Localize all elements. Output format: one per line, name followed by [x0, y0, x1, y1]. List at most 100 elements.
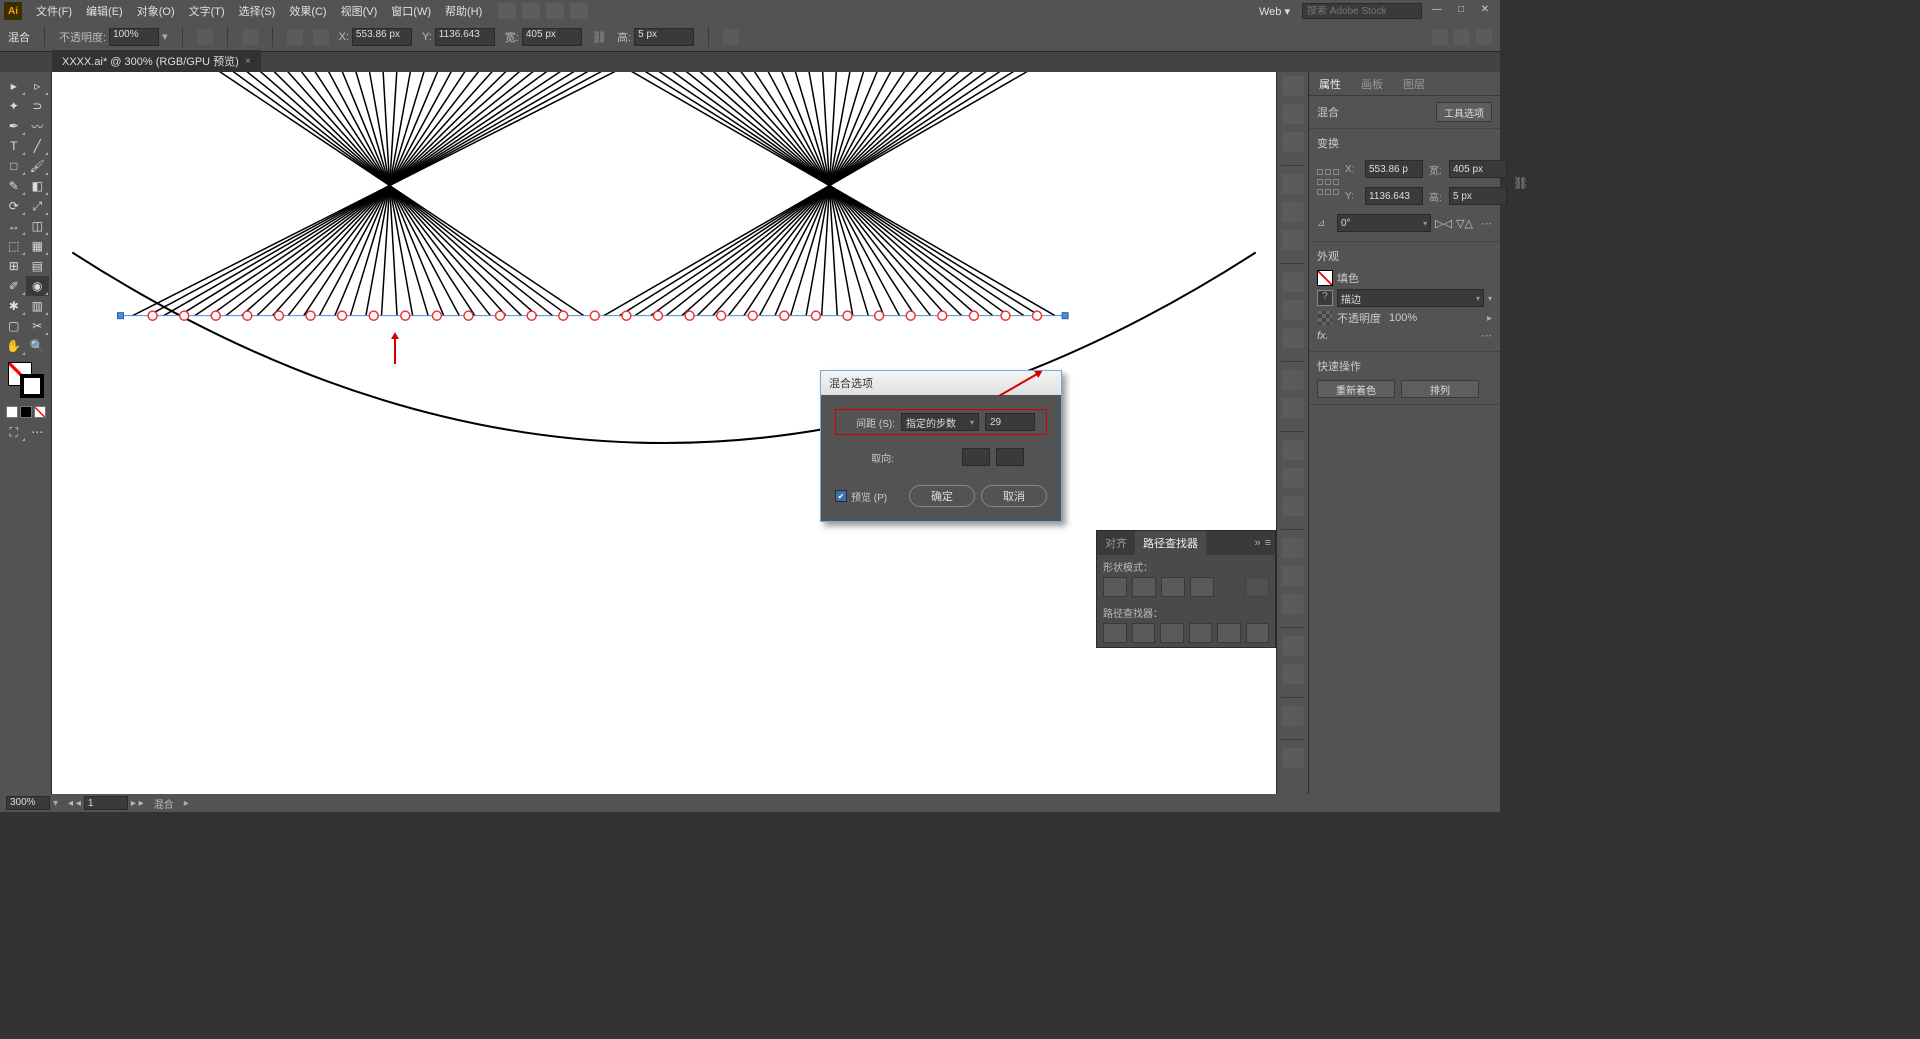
menu-help[interactable]: 帮助(H) [439, 0, 488, 22]
gradient-tool[interactable]: ▤ [26, 256, 50, 276]
panel-toggle-3-icon[interactable] [1476, 29, 1492, 45]
swatches-icon[interactable] [1282, 174, 1304, 194]
shaper-tool[interactable]: ✎ [2, 176, 26, 196]
panel-collapse-icon[interactable]: » [1254, 537, 1260, 549]
align-icon[interactable] [287, 29, 303, 45]
reference-point-grid[interactable] [1317, 169, 1339, 197]
unite-button[interactable] [1103, 577, 1127, 597]
panel-menu-icon[interactable]: ≡ [1265, 537, 1271, 549]
pen-tool[interactable]: ✒ [2, 116, 26, 136]
outline-button[interactable] [1217, 623, 1241, 643]
eyedropper-tool[interactable]: ✐ [2, 276, 26, 296]
lasso-tool[interactable]: ⊃ [26, 96, 50, 116]
w-input[interactable]: 405 px [522, 28, 582, 46]
eraser-tool[interactable]: ◧ [26, 176, 50, 196]
scale-tool[interactable]: ⤢ [26, 196, 50, 216]
graph-tool[interactable]: ▥ [26, 296, 50, 316]
properties-panel-icon[interactable] [1282, 104, 1304, 124]
stroke-swatch-btn[interactable]: ? [1317, 290, 1333, 306]
brushes-icon[interactable] [1282, 202, 1304, 222]
trim-button[interactable] [1132, 623, 1156, 643]
menu-edit[interactable]: 编辑(E) [80, 0, 129, 22]
transparency-icon[interactable] [1282, 328, 1304, 348]
gpu-icon[interactable] [570, 3, 588, 19]
merge-button[interactable] [1160, 623, 1184, 643]
selection-tool[interactable]: ▸ [2, 76, 26, 96]
screen-mode-tool[interactable]: ⛶ [2, 422, 26, 442]
prop-h-input[interactable] [1449, 187, 1507, 205]
document-tab[interactable]: XXXX.ai* @ 300% (RGB/GPU 预览) × [52, 50, 261, 72]
reference-point-icon[interactable] [313, 29, 329, 45]
appearance-icon[interactable] [1282, 370, 1304, 390]
zoom-tool[interactable]: 🔍 [26, 336, 50, 356]
isolate-icon[interactable] [723, 29, 739, 45]
panel-toggle-1-icon[interactable] [1432, 29, 1448, 45]
flip-h-icon[interactable]: ▷◁ [1435, 217, 1452, 230]
orient-path-button[interactable] [996, 448, 1024, 466]
artboard-index-input[interactable] [84, 796, 128, 810]
orient-page-button[interactable] [962, 448, 990, 466]
tab-layers[interactable]: 图层 [1393, 72, 1435, 96]
brush-tool[interactable]: 🖌 [26, 156, 50, 176]
artboard-nav[interactable]: ◂ ◂ ▸ ▸ [68, 796, 144, 810]
mesh-tool[interactable]: ⊞ [2, 256, 26, 276]
line-tool[interactable]: ╱ [26, 136, 50, 156]
blend-tool[interactable]: ◉ [26, 276, 50, 296]
width-tool[interactable]: ↔ [2, 216, 26, 236]
pathfinder-panel-icon[interactable] [1282, 664, 1304, 684]
artboard-tool[interactable]: ▢ [2, 316, 26, 336]
menu-file[interactable]: 文件(F) [30, 0, 78, 22]
free-transform-tool[interactable]: ◫ [26, 216, 50, 236]
preview-checkbox[interactable]: ✔预览 (P) [835, 489, 887, 504]
stroke-weight-input[interactable]: 描边 [1337, 289, 1484, 307]
gradient-panel-icon[interactable] [1282, 300, 1304, 320]
spacing-value-input[interactable] [985, 413, 1035, 431]
graphic-styles-icon[interactable] [1282, 398, 1304, 418]
transform-panel-icon[interactable] [1282, 706, 1304, 726]
suit-icon[interactable] [1282, 538, 1304, 558]
asset-export-icon[interactable] [1282, 468, 1304, 488]
recolor-icon[interactable] [242, 29, 258, 45]
color-mode-fill[interactable] [6, 406, 18, 418]
color-mode-gradient[interactable] [20, 406, 32, 418]
prop-y-input[interactable] [1365, 187, 1423, 205]
exclude-button[interactable] [1190, 577, 1214, 597]
menu-view[interactable]: 视图(V) [335, 0, 384, 22]
curvature-tool[interactable]: 〰 [26, 116, 50, 136]
shape-builder-tool[interactable]: ⬚ [2, 236, 26, 256]
canvas-area[interactable] [52, 72, 1276, 794]
tab-properties[interactable]: 属性 [1309, 72, 1351, 96]
window-close[interactable]: ✕ [1476, 4, 1494, 18]
magic-wand-tool[interactable]: ✦ [2, 96, 26, 116]
search-input[interactable] [1302, 3, 1422, 19]
symbols-icon[interactable] [1282, 230, 1304, 250]
stroke-swatch[interactable] [20, 374, 44, 398]
libraries-panel-icon[interactable] [1282, 132, 1304, 152]
menu-window[interactable]: 窗口(W) [385, 0, 437, 22]
hand-tool[interactable]: ✋ [2, 336, 26, 356]
minus-back-button[interactable] [1246, 623, 1270, 643]
direct-select-tool[interactable]: ▹ [26, 76, 50, 96]
menu-effect[interactable]: 效果(C) [283, 0, 332, 22]
prop-x-input[interactable] [1365, 160, 1423, 178]
link-dimensions-icon[interactable]: ⛓ [1513, 176, 1528, 190]
tool-options-button[interactable]: 工具选项 [1436, 102, 1492, 122]
color-mode-none[interactable] [34, 406, 46, 418]
symbol-spray-tool[interactable]: ✱ [2, 296, 26, 316]
fill-swatch-btn[interactable] [1317, 270, 1333, 286]
tab-pathfinder[interactable]: 路径查找器 [1135, 531, 1206, 555]
minus-front-button[interactable] [1132, 577, 1156, 597]
opacity-value-label[interactable]: 100% [1389, 312, 1417, 324]
edit-toolbar[interactable]: ⋯ [26, 422, 50, 442]
artboards-icon[interactable] [1282, 496, 1304, 516]
window-maximize[interactable]: □ [1452, 4, 1470, 18]
menu-object[interactable]: 对象(O) [131, 0, 181, 22]
ok-button[interactable]: 确定 [909, 485, 975, 507]
flip-v-icon[interactable]: ▽△ [1456, 217, 1473, 230]
perspective-tool[interactable]: ▦ [26, 236, 50, 256]
fx-label[interactable]: fx. [1317, 330, 1329, 342]
prop-w-input[interactable] [1449, 160, 1507, 178]
type-tool[interactable]: T [2, 136, 26, 156]
workspace-switcher[interactable]: Web ▾ [1253, 2, 1296, 21]
bridge-icon[interactable] [498, 3, 516, 19]
